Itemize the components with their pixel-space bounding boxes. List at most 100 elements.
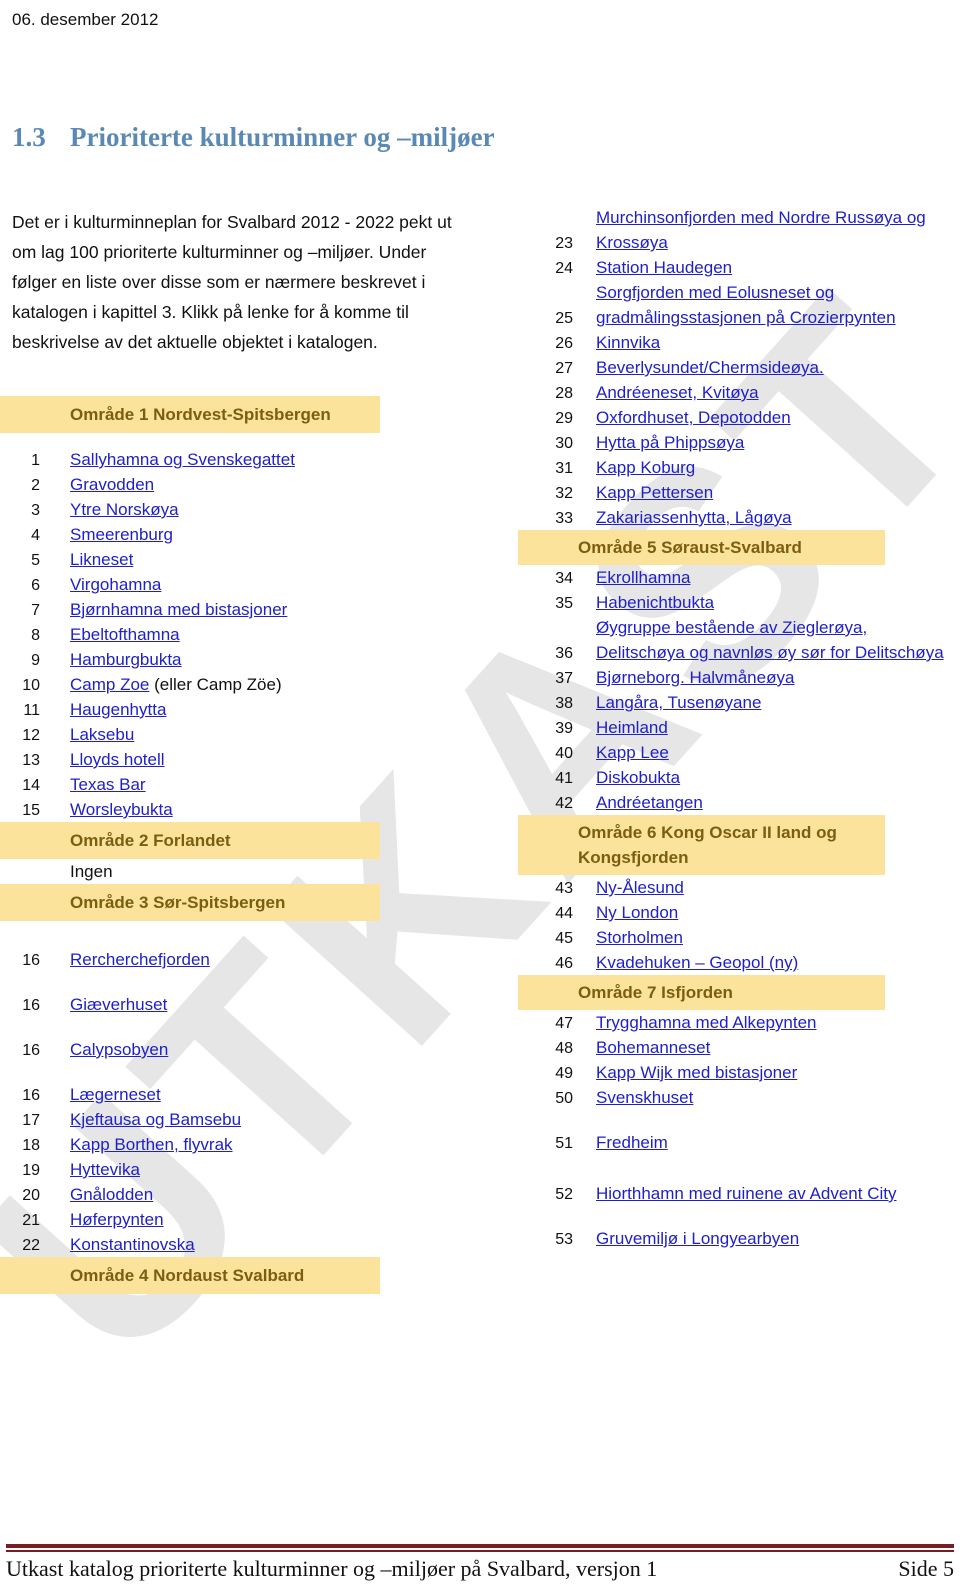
list-item[interactable]: 49 Kapp Wijk med bistasjoner [518,1060,960,1085]
item-link[interactable]: Bohemanneset [596,1038,710,1057]
item-link[interactable]: Likneset [70,550,133,569]
list-item[interactable]: 32 Kapp Pettersen [518,480,960,505]
list-item[interactable]: 35 Habenichtbukta [518,590,960,615]
list-item[interactable]: 40 Kapp Lee [518,740,960,765]
item-link[interactable]: Gravodden [70,475,154,494]
list-item[interactable]: 8 Ebeltofthamna [0,622,470,647]
list-item[interactable]: 7 Bjørnhamna med bistasjoner [0,597,470,622]
list-item[interactable]: 1 Sallyhamna og Svenskegattet [0,447,470,472]
item-link[interactable]: Sallyhamna og Svenskegattet [70,450,295,469]
item-link[interactable]: Kjeftausa og Bamsebu [70,1110,241,1129]
list-item[interactable]: 27 Beverlysundet/Chermsideøya. [518,355,960,380]
list-item[interactable]: 13 Lloyds hotell [0,747,470,772]
item-link[interactable]: Kinnvika [596,333,660,352]
list-item[interactable]: 53 Gruvemiljø i Longyearbyen [518,1226,960,1251]
list-item[interactable]: 20 Gnålodden [0,1182,470,1207]
list-item[interactable]: 10 Camp Zoe (eller Camp Zöe) [0,672,470,697]
list-item[interactable]: 19 Hyttevika [0,1157,470,1182]
list-item[interactable]: 34 Ekrollhamna [518,565,960,590]
item-link[interactable]: Fredheim [596,1133,668,1152]
item-link[interactable]: Kvadehuken – Geopol (ny) [596,953,798,972]
item-link[interactable]: Worsleybukta [70,800,173,819]
list-item[interactable]: 37 Bjørneborg. Halvmåneøya [518,665,960,690]
list-item[interactable]: 43 Ny-Ålesund [518,875,960,900]
list-item[interactable]: 38 Langåra, Tusenøyane [518,690,960,715]
list-item[interactable]: 42 Andréetangen [518,790,960,815]
item-link[interactable]: Øygruppe bestående av Zieglerøya, Delits… [596,618,944,662]
list-item[interactable]: 16 Lægerneset [0,1082,470,1107]
list-item[interactable]: 48 Bohemanneset [518,1035,960,1060]
item-link[interactable]: Hyttevika [70,1160,140,1179]
list-item[interactable]: 41 Diskobukta [518,765,960,790]
item-link[interactable]: Gruvemiljø i Longyearbyen [596,1229,799,1248]
item-link[interactable]: Hytta på Phippsøya [596,433,744,452]
list-item[interactable]: 28 Andréeneset, Kvitøya [518,380,960,405]
list-item[interactable]: 2 Gravodden [0,472,470,497]
item-link[interactable]: Storholmen [596,928,683,947]
item-link[interactable]: Camp Zoe [70,675,149,694]
list-item[interactable]: 31 Kapp Koburg [518,455,960,480]
list-item[interactable]: 33 Zakariassenhytta, Lågøya [518,505,960,530]
item-link[interactable]: Hamburgbukta [70,650,182,669]
item-link[interactable]: Ekrollhamna [596,568,691,587]
list-item[interactable]: 45 Storholmen [518,925,960,950]
item-link[interactable]: Texas Bar [70,775,146,794]
list-item[interactable]: 21 Høferpynten [0,1207,470,1232]
item-link[interactable]: Smeerenburg [70,525,173,544]
list-item[interactable]: 14 Texas Bar [0,772,470,797]
list-item[interactable]: 17 Kjeftausa og Bamsebu [0,1107,470,1132]
list-item[interactable]: 44 Ny London [518,900,960,925]
item-link[interactable]: Lloyds hotell [70,750,165,769]
list-item[interactable]: 30 Hytta på Phippsøya [518,430,960,455]
item-link[interactable]: Gnålodden [70,1185,153,1204]
list-item[interactable]: 5 Likneset [0,547,470,572]
item-link[interactable]: Kapp Pettersen [596,483,713,502]
item-link[interactable]: Haugenhytta [70,700,166,719]
list-item[interactable]: 15 Worsleybukta [0,797,470,822]
item-link[interactable]: Zakariassenhytta, Lågøya [596,508,792,527]
list-item[interactable]: 16 Calypsobyen [0,1037,470,1062]
item-link[interactable]: Hiorthhamn med ruinene av Advent City [596,1184,897,1203]
item-link[interactable]: Virgohamna [70,575,161,594]
item-link[interactable]: Kapp Lee [596,743,669,762]
item-link[interactable]: Rercherchefjorden [70,950,210,969]
item-link[interactable]: Lægerneset [70,1085,161,1104]
list-item[interactable]: 4 Smeerenburg [0,522,470,547]
list-item[interactable]: 3 Ytre Norskøya [0,497,470,522]
list-item[interactable]: 23 Murchinsonfjorden med Nordre Russøya o… [518,205,960,255]
item-link[interactable]: Giæverhuset [70,995,167,1014]
item-link[interactable]: Kapp Borthen, flyvrak [70,1135,233,1154]
list-item[interactable]: 24 Station Haudegen [518,255,960,280]
list-item[interactable]: 11 Haugenhytta [0,697,470,722]
list-item[interactable]: 36 Øygruppe bestående av Zieglerøya, Deli… [518,615,960,665]
list-item[interactable]: 6 Virgohamna [0,572,470,597]
item-link[interactable]: Ytre Norskøya [70,500,179,519]
list-item[interactable]: 25 Sorgfjorden med Eolusneset og gradmåli… [518,280,960,330]
item-link[interactable]: Kapp Koburg [596,458,695,477]
list-item[interactable]: 52 Hiorthhamn med ruinene av Advent City [518,1181,960,1206]
list-item[interactable]: 12 Laksebu [0,722,470,747]
item-link[interactable]: Kapp Wijk med bistasjoner [596,1063,797,1082]
item-link[interactable]: Diskobukta [596,768,680,787]
list-item[interactable]: 51 Fredheim [518,1130,960,1155]
item-link[interactable]: Ny London [596,903,678,922]
list-item[interactable]: 47 Trygghamna med Alkepynten [518,1010,960,1035]
list-item[interactable]: 26 Kinnvika [518,330,960,355]
list-item[interactable]: 9 Hamburgbukta [0,647,470,672]
item-link[interactable]: Trygghamna med Alkepynten [596,1013,817,1032]
list-item[interactable]: 39 Heimland [518,715,960,740]
item-link[interactable]: Calypsobyen [70,1040,168,1059]
item-link[interactable]: Beverlysundet/Chermsideøya. [596,358,824,377]
item-link[interactable]: Andréeneset, Kvitøya [596,383,759,402]
list-item[interactable]: 18 Kapp Borthen, flyvrak [0,1132,470,1157]
item-link[interactable]: Langåra, Tusenøyane [596,693,761,712]
list-item[interactable]: 16 Giæverhuset [0,992,470,1017]
item-link[interactable]: Bjørneborg. Halvmåneøya [596,668,794,687]
list-item[interactable]: 22 Konstantinovska [0,1232,470,1257]
item-link[interactable]: Oxfordhuset, Depotodden [596,408,791,427]
item-link[interactable]: Heimland [596,718,668,737]
item-link[interactable]: Laksebu [70,725,134,744]
item-link[interactable]: Ebeltofthamna [70,625,180,644]
item-link[interactable]: Habenichtbukta [596,593,714,612]
item-link[interactable]: Svenskhuset [596,1088,693,1107]
